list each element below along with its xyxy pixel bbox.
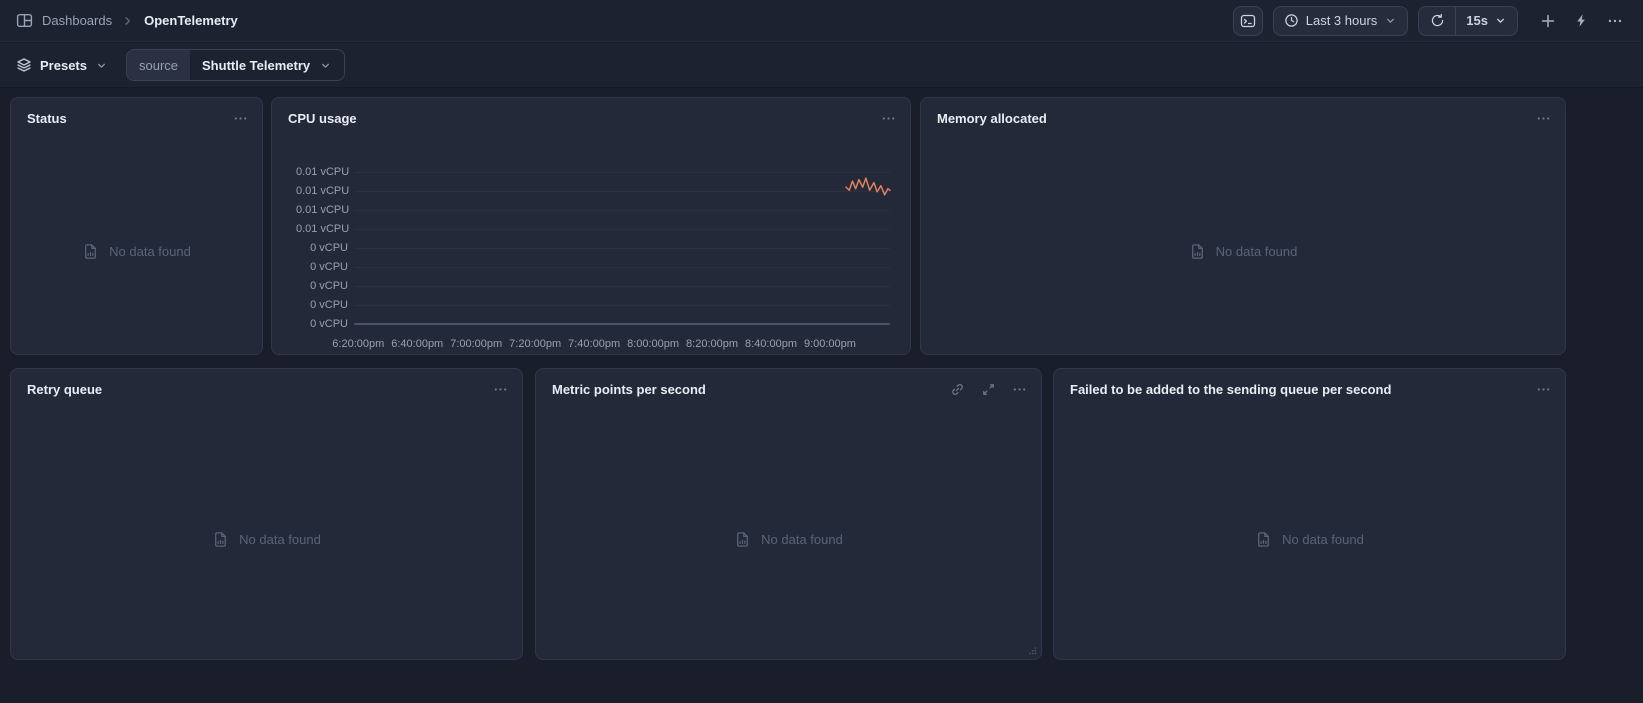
top-navigation-bar: Dashboards OpenTelemetry Last 3 hours (0, 0, 1643, 42)
dashboard-toolbar: Presets source Shuttle Telemetry (0, 43, 1643, 88)
chevron-down-icon (319, 59, 332, 72)
presets-label: Presets (40, 58, 87, 73)
panel-retry-queue: Retry queue No data found (10, 368, 523, 660)
ellipsis-icon (1607, 13, 1623, 29)
source-variable-value: Shuttle Telemetry (202, 58, 310, 73)
clock-icon (1284, 13, 1299, 28)
refresh-interval-label: 15s (1466, 13, 1488, 28)
chevron-down-icon (1494, 14, 1507, 27)
empty-state: No data found (11, 369, 522, 659)
chevron-right-icon (121, 14, 135, 28)
source-variable-dropdown[interactable]: source Shuttle Telemetry (126, 49, 345, 81)
empty-state-text: No data found (1282, 532, 1364, 547)
empty-state-text: No data found (239, 532, 321, 547)
breadcrumb-dashboards-link[interactable]: Dashboards (42, 13, 112, 28)
dashboard-grid-icon (16, 12, 33, 29)
document-chart-icon (1189, 243, 1206, 260)
cpu-chart-xticks: 6:20:00pm6:40:00pm7:00:00pm7:20:00pm7:40… (354, 338, 890, 352)
cpu-usage-chart[interactable]: 0.01 vCPU0.01 vCPU0.01 vCPU0.01 vCPU0 vC… (296, 172, 890, 342)
panel-cpu-usage: CPU usage 0.01 vCPU0.01 vCPU0.01 vCPU0.0… (271, 97, 911, 355)
panel-failed-sending-queue: Failed to be added to the sending queue … (1053, 368, 1566, 660)
time-range-picker[interactable]: Last 3 hours (1273, 6, 1409, 36)
top-actions: Last 3 hours 15s (1233, 6, 1627, 36)
breadcrumb-current-page: OpenTelemetry (144, 13, 238, 28)
refresh-interval-picker[interactable]: 15s (1455, 7, 1517, 35)
layers-icon (16, 57, 32, 73)
panel-title: CPU usage (288, 111, 357, 126)
add-panel-button[interactable] (1536, 13, 1560, 29)
refresh-icon (1430, 13, 1445, 28)
cpu-sparkline (354, 172, 890, 324)
document-chart-icon (1255, 531, 1272, 548)
panel-menu-ellipsis-icon[interactable] (881, 111, 896, 126)
panel-status: Status No data found (10, 97, 263, 355)
empty-state: No data found (921, 98, 1565, 354)
empty-state: No data found (536, 369, 1041, 659)
document-chart-icon (82, 243, 99, 260)
breadcrumb: Dashboards OpenTelemetry (16, 12, 238, 29)
bolt-icon (1574, 13, 1589, 28)
panel-metric-points-per-second: Metric points per second No data found (535, 368, 1042, 660)
empty-state-text: No data found (109, 244, 191, 259)
empty-state-text: No data found (1216, 244, 1298, 259)
refresh-button[interactable] (1419, 7, 1455, 35)
plus-icon (1540, 13, 1556, 29)
document-chart-icon (734, 531, 751, 548)
empty-state: No data found (11, 98, 262, 354)
dashboard-canvas: Status No data found CPU usage 0. (0, 89, 1643, 703)
empty-state-text: No data found (761, 532, 843, 547)
panel-memory-allocated: Memory allocated No data found (920, 97, 1566, 355)
document-chart-icon (212, 531, 229, 548)
chevron-down-icon (1384, 14, 1397, 27)
panel-header: CPU usage (272, 98, 910, 138)
alerts-button[interactable] (1570, 13, 1593, 28)
presets-dropdown[interactable]: Presets (16, 57, 108, 73)
chevron-down-icon (95, 59, 108, 72)
refresh-control: 15s (1418, 6, 1518, 36)
kiosk-mode-button[interactable] (1233, 6, 1263, 36)
source-variable-label: source (127, 50, 190, 80)
terminal-icon (1240, 13, 1256, 29)
dashboard-menu-button[interactable] (1603, 13, 1627, 29)
time-range-label: Last 3 hours (1306, 13, 1378, 28)
empty-state: No data found (1054, 369, 1565, 659)
resize-grip-icon[interactable] (1028, 646, 1037, 655)
